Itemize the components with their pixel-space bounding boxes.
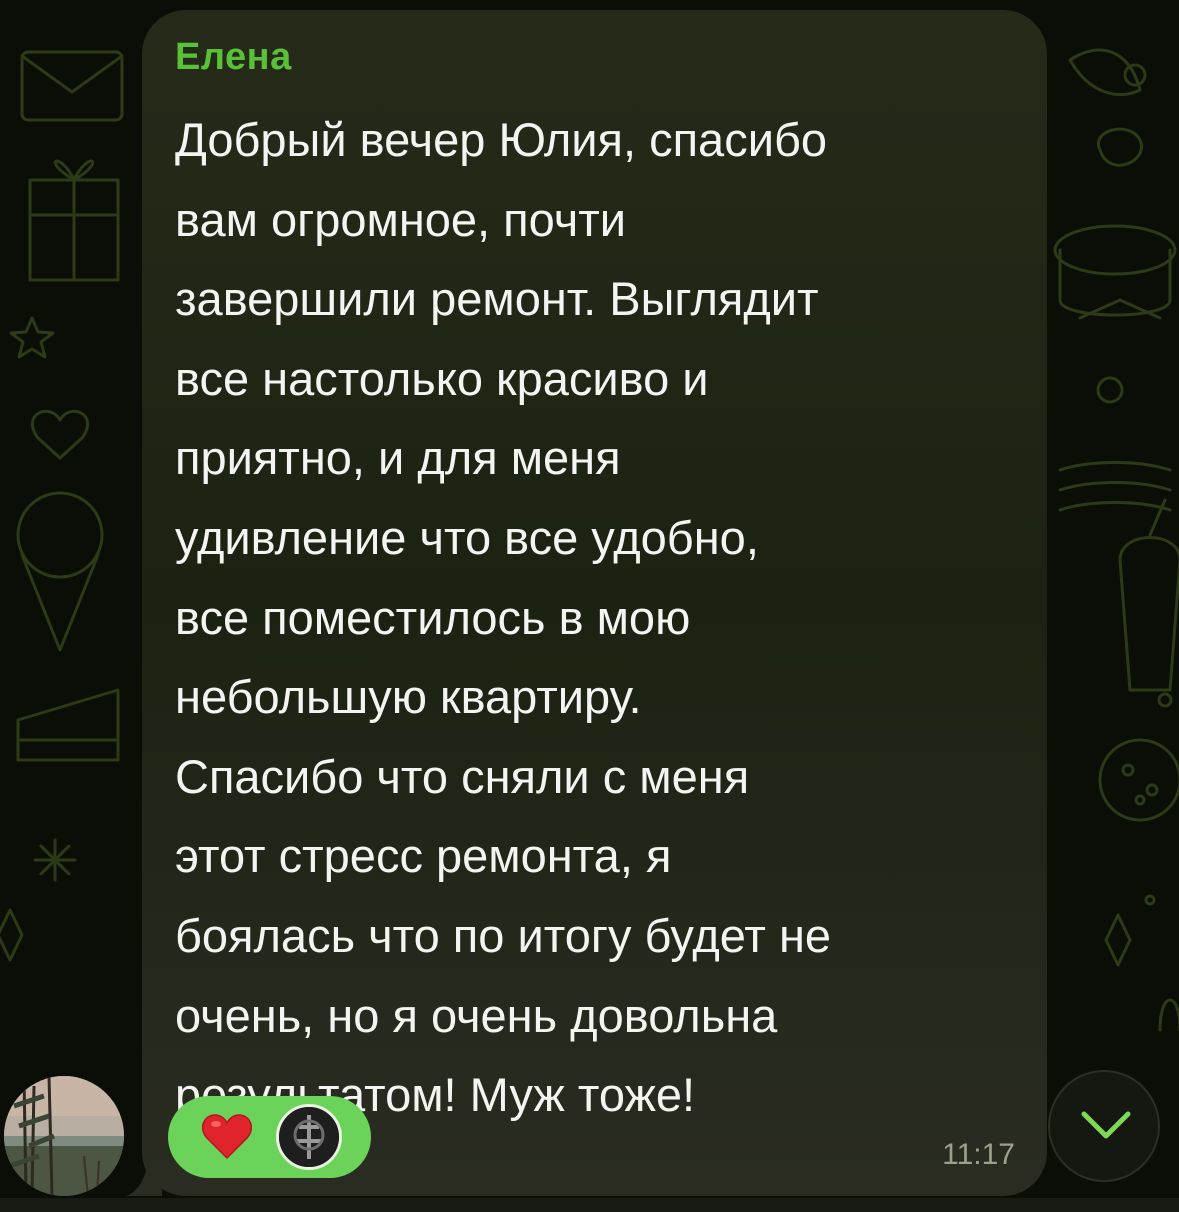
avatar-photo [4, 1076, 124, 1196]
message-bubble[interactable]: Елена Добрый вечер Юлия, спасибо вам огр… [142, 10, 1047, 1196]
heart-icon [202, 1114, 252, 1160]
sender-avatar[interactable] [4, 1076, 124, 1196]
reaction-chip[interactable] [168, 1096, 371, 1178]
message-time: 11:17 [942, 1138, 1015, 1171]
message-text: Добрый вечер Юлия, спасибо вам огромное,… [175, 113, 832, 1122]
composer-edge [0, 1198, 1179, 1212]
reactor-avatar [276, 1104, 342, 1170]
reactor-avatar-photo [279, 1107, 339, 1167]
scroll-to-bottom-button[interactable] [1048, 1070, 1160, 1182]
chevron-down-icon [1081, 1111, 1131, 1139]
sender-name[interactable]: Елена [175, 36, 292, 79]
